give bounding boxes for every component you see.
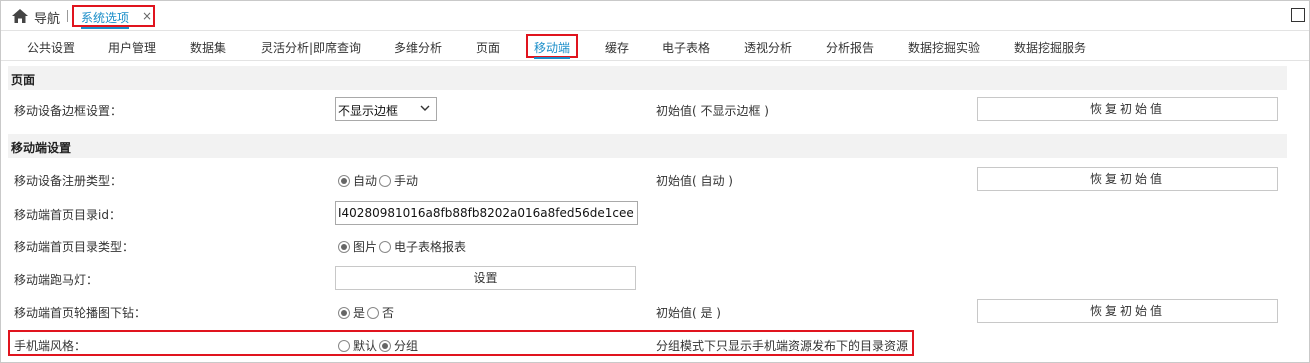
home-type-radio-group: 图片 电子表格报表 bbox=[338, 238, 468, 255]
marquee-settings-button[interactable]: 设置 bbox=[335, 266, 636, 290]
phone-style-note: 分组模式下只显示手机端资源发布下的目录资源 bbox=[656, 339, 909, 353]
home-type-label: 移动端首页目录类型： bbox=[14, 240, 135, 254]
border-select-value: 不显示边框 bbox=[338, 104, 399, 118]
sub-tab-bar: 公共设置 用户管理 数据集 灵活分析|即席查询 多维分析 页面 移动端 缓存 电… bbox=[1, 33, 1309, 61]
subtab-adhoc-query[interactable]: 灵活分析|即席查询 bbox=[261, 39, 361, 56]
subtab-public-settings[interactable]: 公共设置 bbox=[27, 39, 75, 56]
marquee-label: 移动端跑马灯： bbox=[14, 273, 99, 287]
reg-type-reset-button[interactable]: 恢复初始值 bbox=[977, 167, 1278, 191]
tab-system-options-label: 系统选项 bbox=[81, 9, 130, 29]
radio-unchecked-icon[interactable] bbox=[379, 174, 392, 187]
border-select[interactable]: 不显示边框 bbox=[335, 97, 437, 121]
reg-type-label: 移动设备注册类型： bbox=[14, 174, 123, 188]
section-mobile-header: 移动端设置 bbox=[8, 134, 1287, 158]
border-initial-value: 初始值( 不显示边框 ) bbox=[656, 104, 769, 118]
subtab-pivot[interactable]: 透视分析 bbox=[744, 39, 792, 56]
border-reset-button[interactable]: 恢复初始值 bbox=[977, 97, 1278, 121]
subtab-page[interactable]: 页面 bbox=[476, 39, 500, 56]
reg-type-auto-option[interactable]: 自动 bbox=[338, 172, 377, 189]
border-setting-label: 移动设备边框设置： bbox=[14, 104, 123, 118]
nav-label[interactable]: 导航 bbox=[34, 8, 60, 27]
subtab-mobile[interactable]: 移动端 bbox=[526, 34, 579, 59]
radio-checked-icon[interactable] bbox=[338, 240, 350, 253]
drill-yes-label: 是 bbox=[353, 306, 366, 320]
subtab-user-management[interactable]: 用户管理 bbox=[108, 39, 156, 56]
subtab-olap[interactable]: 多维分析 bbox=[394, 39, 442, 56]
home-type-spreadsheet-option[interactable]: 电子表格报表 bbox=[379, 238, 466, 255]
home-type-image-label: 图片 bbox=[353, 240, 378, 254]
reg-type-initial-value: 初始值( 自动 ) bbox=[656, 174, 733, 188]
drill-radio-group: 是 否 bbox=[338, 304, 396, 321]
radio-unchecked-icon[interactable] bbox=[338, 339, 350, 352]
drill-yes-option[interactable]: 是 bbox=[338, 304, 365, 321]
drill-initial-value: 初始值( 是 ) bbox=[656, 306, 721, 320]
radio-checked-icon[interactable] bbox=[338, 174, 350, 187]
home-id-label: 移动端首页目录id： bbox=[14, 208, 121, 222]
reg-type-auto-label: 自动 bbox=[353, 174, 378, 188]
subtab-dataset[interactable]: 数据集 bbox=[190, 39, 226, 56]
close-icon[interactable]: × bbox=[142, 9, 152, 23]
home-type-spreadsheet-label: 电子表格报表 bbox=[394, 240, 467, 254]
radio-unchecked-icon[interactable] bbox=[367, 306, 380, 319]
section-page-header: 页面 bbox=[8, 66, 1287, 90]
radio-unchecked-icon[interactable] bbox=[379, 240, 392, 253]
tab-system-options[interactable]: 系统选项 × bbox=[72, 5, 155, 29]
nav-separator bbox=[67, 10, 68, 22]
subtab-mining-service[interactable]: 数据挖掘服务 bbox=[1014, 39, 1086, 56]
subtab-spreadsheet[interactable]: 电子表格 bbox=[662, 39, 710, 56]
drill-reset-button[interactable]: 恢复初始值 bbox=[977, 299, 1278, 323]
phone-style-label: 手机端风格： bbox=[14, 339, 87, 353]
subtab-mobile-label: 移动端 bbox=[534, 41, 571, 59]
home-icon[interactable] bbox=[12, 9, 28, 23]
top-bar: 导航 系统选项 × bbox=[1, 1, 1309, 31]
chevron-down-icon bbox=[420, 105, 430, 111]
reg-type-manual-label: 手动 bbox=[394, 174, 419, 188]
subtab-cache[interactable]: 缓存 bbox=[605, 39, 629, 56]
drill-no-option[interactable]: 否 bbox=[367, 304, 394, 321]
drill-no-label: 否 bbox=[382, 306, 395, 320]
home-id-input[interactable]: I40280981016a8fb88fb8202a016a8fed56de1ce… bbox=[335, 201, 638, 225]
home-type-image-option[interactable]: 图片 bbox=[338, 238, 377, 255]
reg-type-manual-option[interactable]: 手动 bbox=[379, 172, 418, 189]
subtab-mining-experiment[interactable]: 数据挖掘实验 bbox=[908, 39, 980, 56]
phone-style-default-option[interactable]: 默认 bbox=[338, 337, 377, 354]
reg-type-radio-group: 自动 手动 bbox=[338, 172, 420, 189]
phone-style-group-option[interactable]: 分组 bbox=[379, 337, 418, 354]
phone-style-radio-group: 默认 分组 bbox=[338, 337, 420, 354]
drill-label: 移动端首页轮播图下钻： bbox=[14, 306, 147, 320]
phone-style-default-label: 默认 bbox=[353, 339, 378, 353]
radio-checked-icon[interactable] bbox=[338, 306, 350, 319]
maximize-icon[interactable] bbox=[1291, 8, 1305, 22]
phone-style-group-label: 分组 bbox=[394, 339, 419, 353]
subtab-report[interactable]: 分析报告 bbox=[826, 39, 874, 56]
radio-checked-icon[interactable] bbox=[379, 339, 392, 352]
